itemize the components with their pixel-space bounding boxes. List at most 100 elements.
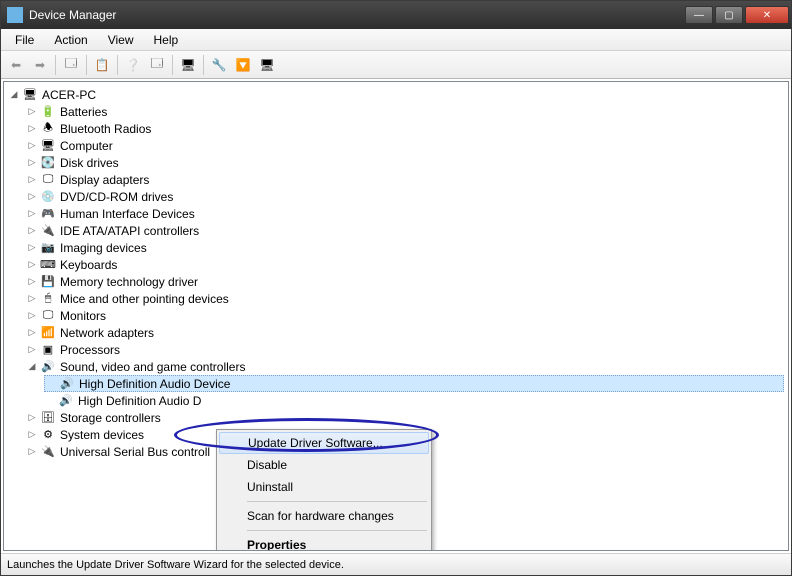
device-icon: ⚙ [40, 427, 56, 443]
tree-category[interactable]: ▷ 💽 Disk drives [26, 154, 784, 171]
scan-hardware-button[interactable]: 🖥 [177, 54, 199, 76]
tree-item-label: Disk drives [60, 156, 119, 170]
ctx-scan-hardware[interactable]: Scan for hardware changes [219, 505, 429, 527]
expand-icon[interactable]: ▷ [26, 446, 38, 457]
expand-icon[interactable]: ▷ [26, 259, 38, 270]
maximize-button[interactable]: ▢ [715, 6, 743, 24]
menubar: File Action View Help [1, 29, 791, 51]
titlebar[interactable]: Device Manager — ▢ ✕ [1, 1, 791, 29]
expand-icon[interactable]: ▷ [26, 429, 38, 440]
tree-category[interactable]: ▷ 🖱 Mice and other pointing devices [26, 290, 784, 307]
expand-icon[interactable]: ▷ [26, 327, 38, 338]
collapse-icon[interactable]: ◢ [26, 361, 38, 372]
expand-icon[interactable]: ▷ [26, 344, 38, 355]
tree-item-label: Human Interface Devices [60, 207, 195, 221]
tree-item-label: IDE ATA/ATAPI controllers [60, 224, 199, 238]
tree-category[interactable]: ▷ 🎮 Human Interface Devices [26, 205, 784, 222]
menu-action[interactable]: Action [46, 31, 95, 49]
tree-category[interactable]: ▷ 💿 DVD/CD-ROM drives [26, 188, 784, 205]
status-bar: Launches the Update Driver Software Wiza… [1, 553, 791, 575]
tree-category[interactable]: ▷ 📷 Imaging devices [26, 239, 784, 256]
ctx-uninstall[interactable]: Uninstall [219, 476, 429, 498]
window-controls: — ▢ ✕ [685, 6, 789, 24]
tree-category[interactable]: ▷ ▣ Processors [26, 341, 784, 358]
update-driver-button[interactable]: 🔧 [208, 54, 230, 76]
expand-icon[interactable]: ▷ [26, 276, 38, 287]
tree-item-label: High Definition Audio Device [79, 377, 230, 391]
help-button[interactable]: ❔ [122, 54, 144, 76]
device-icon: 🎮 [40, 206, 56, 222]
tree-item-label: Processors [60, 343, 120, 357]
tree-item-label: Memory technology driver [60, 275, 198, 289]
action-button[interactable]: 🗔 [146, 54, 168, 76]
toolbar-separator [55, 55, 56, 75]
expand-icon[interactable]: ▷ [26, 208, 38, 219]
close-button[interactable]: ✕ [745, 6, 789, 24]
toolbar-separator [117, 55, 118, 75]
expand-icon[interactable]: ▷ [26, 310, 38, 321]
ctx-disable[interactable]: Disable [219, 454, 429, 476]
device-icon: 📷 [40, 240, 56, 256]
tree-category[interactable]: ▷ 🕭 Bluetooth Radios [26, 120, 784, 137]
tree-category[interactable]: ▷ 🔌 IDE ATA/ATAPI controllers [26, 222, 784, 239]
expand-icon[interactable]: ▷ [26, 225, 38, 236]
device-icon: 🔋 [40, 104, 56, 120]
expand-icon[interactable]: ▷ [26, 157, 38, 168]
menu-view[interactable]: View [100, 31, 142, 49]
ctx-update-driver[interactable]: Update Driver Software... [219, 432, 429, 454]
tree-device-selected[interactable]: ▷ 🔊 High Definition Audio Device [44, 375, 784, 392]
device-icon: 🔌 [40, 444, 56, 460]
expand-icon[interactable]: ▷ [26, 412, 38, 423]
device-icon: 🗄 [40, 410, 56, 426]
expand-icon[interactable]: ▷ [26, 106, 38, 117]
back-button: ⬅ [5, 54, 27, 76]
tree-item-label: Universal Serial Bus controll [60, 445, 210, 459]
tree-category[interactable]: ▷ 🗄 Storage controllers [26, 409, 784, 426]
disable-button[interactable]: 🔽 [232, 54, 254, 76]
tree-item-label: System devices [60, 428, 144, 442]
tree-item-label: Storage controllers [60, 411, 161, 425]
forward-button: ➡ [29, 54, 51, 76]
tree-item-label: Display adapters [60, 173, 149, 187]
ctx-properties[interactable]: Properties [219, 534, 429, 551]
tree-category[interactable]: ▷ ⌨ Keyboards [26, 256, 784, 273]
tree-item-label: Bluetooth Radios [60, 122, 151, 136]
expand-icon[interactable]: ▷ [26, 191, 38, 202]
tree-category[interactable]: ▷ 🖵 Monitors [26, 307, 784, 324]
speaker-icon: 🔊 [58, 393, 74, 409]
expand-icon[interactable]: ▷ [26, 123, 38, 134]
tree-item-label: Batteries [60, 105, 107, 119]
computer-icon: 🖥 [22, 87, 38, 103]
tree-item-label: Keyboards [60, 258, 117, 272]
sound-icon: 🔊 [40, 359, 56, 375]
tree-item-label: Sound, video and game controllers [60, 360, 245, 374]
device-icon: 💾 [40, 274, 56, 290]
ctx-separator [247, 530, 427, 531]
expand-icon[interactable]: ▷ [26, 242, 38, 253]
show-hidden-button[interactable]: 🗔 [60, 54, 82, 76]
tree-category[interactable]: ▷ 🔋 Batteries [26, 103, 784, 120]
tree-root[interactable]: ◢ 🖥 ACER-PC [8, 86, 784, 103]
menu-help[interactable]: Help [146, 31, 187, 49]
minimize-button[interactable]: — [685, 6, 713, 24]
app-icon [7, 7, 23, 23]
properties-button[interactable]: 📋 [91, 54, 113, 76]
tree-category[interactable]: ▷ 💾 Memory technology driver [26, 273, 784, 290]
expand-icon[interactable]: ▷ [26, 174, 38, 185]
menu-file[interactable]: File [7, 31, 42, 49]
device-icon: 🖵 [40, 172, 56, 188]
uninstall-button[interactable]: 🖥 [256, 54, 278, 76]
tree-category-sound[interactable]: ◢ 🔊 Sound, video and game controllers [26, 358, 784, 375]
tree-item-label: Monitors [60, 309, 106, 323]
collapse-icon[interactable]: ◢ [8, 89, 20, 100]
toolbar-separator [172, 55, 173, 75]
tree-panel[interactable]: ◢ 🖥 ACER-PC ▷ 🔋 Batteries ▷ 🕭 Bluetooth … [3, 81, 789, 551]
tree-device[interactable]: ▷ 🔊 High Definition Audio D [44, 392, 784, 409]
tree-category[interactable]: ▷ 🖵 Display adapters [26, 171, 784, 188]
expand-icon[interactable]: ▷ [26, 140, 38, 151]
tree-category[interactable]: ▷ 🖥 Computer [26, 137, 784, 154]
tree-item-label: Mice and other pointing devices [60, 292, 229, 306]
tree-category[interactable]: ▷ 📶 Network adapters [26, 324, 784, 341]
tree-item-label: Computer [60, 139, 113, 153]
expand-icon[interactable]: ▷ [26, 293, 38, 304]
